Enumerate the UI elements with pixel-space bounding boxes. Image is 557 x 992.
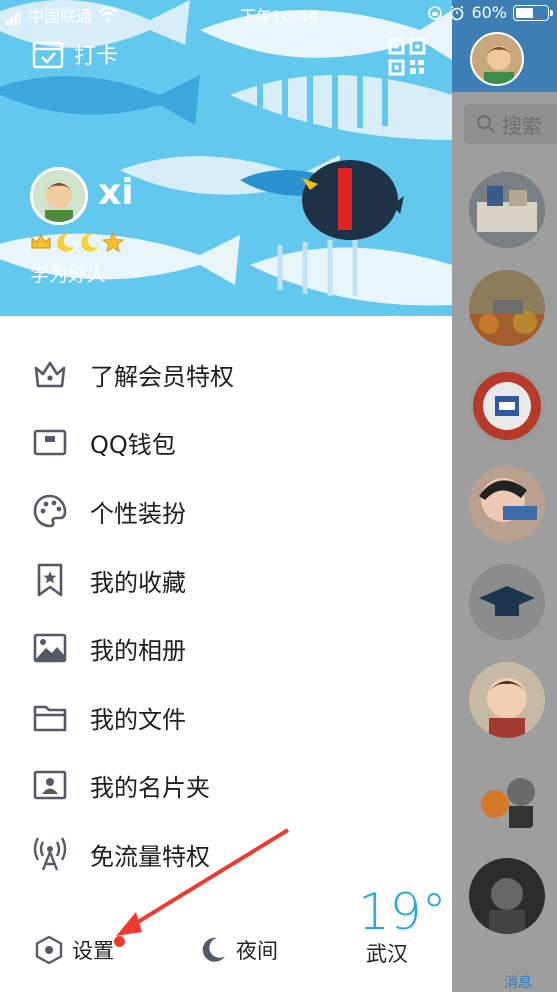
clock-in-label: 打卡 [74,44,119,69]
chat-avatar[interactable] [469,858,545,934]
chat-avatar[interactable] [469,368,545,444]
alarm-icon [450,5,464,20]
menu-item-favorites[interactable]: 我的收藏 [0,550,452,610]
search-placeholder: 搜索 [502,113,542,138]
menu-item-label: 我的名片夹 [90,773,210,802]
settings-button[interactable]: 设置 [34,935,114,965]
moon-icon [81,233,98,252]
moon-icon [57,233,74,252]
settings-hexagon-icon [35,935,63,965]
username[interactable]: xi [98,172,134,213]
chat-avatar[interactable] [469,172,545,248]
menu-item-label: 了解会员特权 [90,362,234,391]
carrier-name: 中国联通 [28,7,93,26]
conversation-panel-background: 搜索 消息 [452,0,557,992]
rotation-lock-icon [428,5,443,20]
calendar-check-icon [32,41,64,69]
menu-item-personalize[interactable]: 个性装扮 [0,481,452,541]
moon-icon [202,937,225,962]
menu-item-card-holder[interactable]: 我的名片夹 [0,755,452,815]
night-mode-label: 夜间 [236,939,278,963]
qr-code-icon[interactable] [388,38,426,76]
folder-icon [33,705,67,732]
menu-item-label: 我的收藏 [90,568,186,597]
chat-avatar[interactable] [469,466,545,542]
wallet-icon [33,429,67,456]
battery-icon [513,4,553,21]
chat-avatar[interactable] [469,564,545,640]
search-input[interactable]: 搜索 [464,104,557,144]
crown-outline-icon [34,361,66,388]
photo-album-icon [33,633,67,663]
tab-messages[interactable]: 消息 [504,972,532,992]
signature-text[interactable]: 学为好人 [30,260,106,287]
level-badges[interactable] [30,232,124,252]
clock-in-button[interactable]: 打卡 [32,38,118,70]
contact-card-icon [33,770,67,800]
profile-avatar[interactable] [30,167,88,225]
battery-percent: 60% [471,3,507,22]
own-avatar-thumbnail[interactable] [470,32,524,86]
menu-item-files[interactable]: 我的文件 [0,687,452,747]
settings-label: 设置 [72,939,114,963]
drawer-header-banner: 打卡 xi 学为好人 [0,0,452,316]
search-icon [477,115,495,133]
menu-item-photo-album[interactable]: 我的相册 [0,618,452,678]
status-bar: 中国联通 下午10:44 60% [0,0,557,26]
drawer-bottom-bar: 设置 夜间 19° 武汉 [0,883,452,992]
weather-temperature[interactable]: 19° [358,883,447,941]
star-icon [102,232,124,252]
chat-avatar[interactable] [469,270,545,346]
signal-tower-icon [33,837,67,871]
menu-item-vip-privileges[interactable]: 了解会员特权 [0,344,452,404]
palette-icon [33,494,67,528]
wifi-icon [98,7,118,23]
crown-icon [31,233,51,249]
bookmark-star-icon [37,563,63,597]
night-mode-button[interactable]: 夜间 [198,935,278,965]
menu-item-label: 我的相册 [90,636,186,665]
weather-city[interactable]: 武汉 [366,938,408,968]
menu-item-label: 我的文件 [90,705,186,734]
chat-avatar[interactable] [469,760,545,836]
signal-bars-icon [6,6,22,25]
status-time: 下午10:44 [240,7,319,26]
menu-item-data-free[interactable]: 免流量特权 [0,824,452,884]
menu-item-label: 免流量特权 [90,842,210,871]
menu-item-qq-wallet[interactable]: QQ钱包 [0,412,452,472]
menu-item-label: 个性装扮 [90,499,186,528]
annotation-dot [114,936,125,947]
menu-item-label: QQ钱包 [90,430,176,459]
chat-avatar[interactable] [469,662,545,738]
